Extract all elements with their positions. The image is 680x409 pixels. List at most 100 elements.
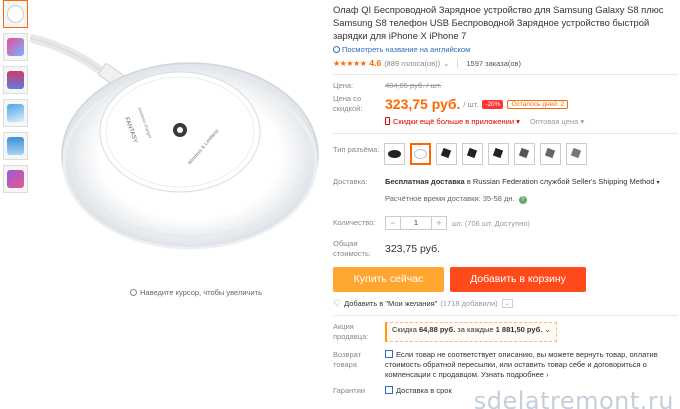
- action-buttons: Купить сейчас Добавить в корзину: [333, 267, 678, 292]
- total-row: Общая стоимость: 323,75 руб.: [333, 239, 678, 259]
- zoom-hint: Наведите курсор, чтобы увеличить: [130, 288, 262, 297]
- quantity-row: Количество: − 1 + шт. (706 шт. Доступно): [333, 216, 678, 230]
- promo-threshold: 1 881,50 руб.: [495, 325, 543, 334]
- zoom-hint-text: Наведите курсор, чтобы увеличить: [140, 288, 262, 297]
- connector-option-4[interactable]: [462, 143, 483, 165]
- wishlist-text[interactable]: Добавить в "Мои желания": [344, 299, 437, 308]
- returns-text: Если товар не соответствует описанию, вы…: [385, 350, 665, 380]
- guarantee-icon: [385, 386, 393, 394]
- wishlist-count: (1718 добавили): [440, 299, 498, 308]
- app-discount-row: Скидки ещё больше в приложении ▾ Оптовая…: [333, 117, 678, 126]
- help-icon[interactable]: ?: [518, 196, 527, 204]
- old-price-label: Цена:: [333, 81, 354, 90]
- thumbnail-1[interactable]: [3, 0, 28, 28]
- wishlist-caret-icon[interactable]: ⌄: [501, 299, 513, 308]
- old-price-value: 404,85 руб. / шт.: [385, 81, 442, 90]
- orders-count: 1597 заказа(ов): [457, 58, 521, 68]
- buy-now-button[interactable]: Купить сейчас: [333, 267, 444, 292]
- seller-promo-label: Акция продавца:: [333, 322, 369, 341]
- add-to-cart-button[interactable]: Добавить в корзину: [450, 267, 586, 292]
- thumbnail-4[interactable]: [3, 99, 28, 127]
- votes-caret-icon[interactable]: ⌄: [443, 59, 449, 68]
- connector-option-8[interactable]: [566, 143, 587, 165]
- connector-options: [384, 143, 587, 165]
- promo-prefix: Скидка: [392, 325, 419, 334]
- thumbnail-5[interactable]: [3, 132, 28, 160]
- wholesale-price-link[interactable]: Оптовая цена ▾: [530, 117, 584, 126]
- rating-row: ★★★★★ 4.6 (889 голоса(ов)) ⌄ 1597 заказа…: [333, 58, 678, 68]
- current-price: 323,75 руб.: [385, 96, 461, 112]
- app-discount-text[interactable]: Скидки ещё больше в приложении: [393, 117, 514, 126]
- promo-caret-icon[interactable]: ⌄: [544, 325, 550, 334]
- product-main-image[interactable]: FANTASY wireless charger Wireless & Limi…: [28, 0, 326, 300]
- shipping-row: Доставка: Бесплатная доставка в Russian …: [333, 177, 678, 204]
- connector-option-1[interactable]: [384, 143, 405, 165]
- magnifier-icon: [130, 289, 137, 296]
- total-value: 323,75 руб.: [385, 243, 441, 255]
- connector-option-7[interactable]: [540, 143, 561, 165]
- old-price-row: Цена: 404,85 руб. / шт.: [333, 81, 678, 91]
- app-discount-link[interactable]: Скидки ещё больше в приложении ▾: [385, 117, 520, 126]
- returns-row: Возврат товара Если товар не соответству…: [333, 350, 678, 380]
- discount-badge: -20%: [482, 99, 504, 109]
- thumbnail-6[interactable]: [3, 165, 28, 193]
- connector-label: Тип разъёма:: [333, 145, 380, 154]
- quantity-input[interactable]: 1: [400, 217, 432, 229]
- divider: [333, 315, 678, 316]
- rating-stars-icon: ★★★★★: [333, 58, 367, 68]
- returns-label: Возврат товара: [333, 350, 362, 369]
- globe-icon: [333, 46, 340, 53]
- return-icon: [385, 350, 393, 358]
- product-info: Олаф QI Беспроводной Зарядное устройство…: [333, 0, 678, 396]
- translate-link-text[interactable]: Посмотреть название на английском: [342, 45, 470, 54]
- shipping-free-text: Бесплатная доставка: [385, 177, 465, 186]
- votes-count[interactable]: (889 голоса(ов)): [384, 59, 440, 68]
- wholesale-price-text[interactable]: Оптовая цена: [530, 117, 578, 126]
- guarantee-label: Гарантии: [333, 386, 366, 395]
- wishlist-row[interactable]: ♡ Добавить в "Мои желания" (1718 добавил…: [333, 298, 678, 309]
- delivery-time: Расчётное время доставки: 35-58 дн. ?: [385, 194, 660, 204]
- delivery-time-unit: дн.: [501, 194, 515, 203]
- thumbnail-3[interactable]: [3, 66, 28, 94]
- discount-price-label: Цена со скидкой:: [333, 94, 363, 113]
- price-unit: / шт.: [463, 99, 479, 109]
- divider: [333, 74, 678, 75]
- quantity-label: Количество:: [333, 218, 376, 227]
- quantity-available: шт. (706 шт. Доступно): [452, 218, 530, 228]
- connector-option-6[interactable]: [514, 143, 535, 165]
- delivery-time-value: 35-58: [482, 194, 502, 203]
- quantity-plus-button[interactable]: +: [432, 217, 446, 229]
- quantity-minus-button[interactable]: −: [386, 217, 400, 229]
- discount-price-row: Цена со скидкой: 323,75 руб. / шт. -20% …: [333, 94, 678, 114]
- guarantee-text: Доставка в срок: [385, 386, 452, 396]
- seller-promo-row: Акция продавца: Скидка 64,88 руб. за каж…: [333, 322, 678, 342]
- app-discount-caret-icon[interactable]: ▾: [516, 117, 520, 126]
- quantity-stepper: − 1 + шт. (706 шт. Доступно): [385, 216, 530, 230]
- delivery-time-label: Расчётное время доставки:: [385, 194, 483, 203]
- thumbnail-2[interactable]: [3, 33, 28, 61]
- thumbnail-strip: [3, 0, 30, 198]
- promo-mid: за каждые: [455, 325, 496, 334]
- connector-option-5[interactable]: [488, 143, 509, 165]
- watermark: sdelatremont.ru: [473, 387, 674, 409]
- rating-value: 4.6: [369, 58, 382, 68]
- heart-icon[interactable]: ♡: [333, 298, 341, 309]
- wireless-charger-image: FANTASY wireless charger Wireless & Limi…: [28, 33, 319, 250]
- connector-option-3[interactable]: [436, 143, 457, 165]
- total-label: Общая стоимость:: [333, 239, 371, 258]
- connector-option-2[interactable]: [410, 143, 431, 165]
- promo-amount: 64,88 руб.: [418, 325, 456, 334]
- shipping-caret-icon[interactable]: ▾: [657, 180, 660, 186]
- returns-text-body: Если товар не соответствует описанию, вы…: [385, 350, 658, 379]
- guarantee-text-body: Доставка в срок: [396, 386, 452, 395]
- shipping-method-text: в Russian Federation службой Seller's Sh…: [464, 177, 655, 186]
- seller-promo-box[interactable]: Скидка 64,88 руб. за каждые 1 881,50 руб…: [385, 322, 557, 342]
- shipping-method[interactable]: Бесплатная доставка в Russian Federation…: [385, 177, 660, 188]
- wholesale-caret-icon[interactable]: ▾: [580, 117, 584, 126]
- translate-link[interactable]: Посмотреть название на английском: [333, 45, 678, 54]
- connector-row: Тип разъёма:: [333, 143, 678, 165]
- phone-icon: [385, 117, 390, 125]
- days-left-badge: Осталось дней: 2: [507, 99, 569, 109]
- shipping-label: Доставка:: [333, 177, 368, 186]
- divider: [333, 133, 678, 134]
